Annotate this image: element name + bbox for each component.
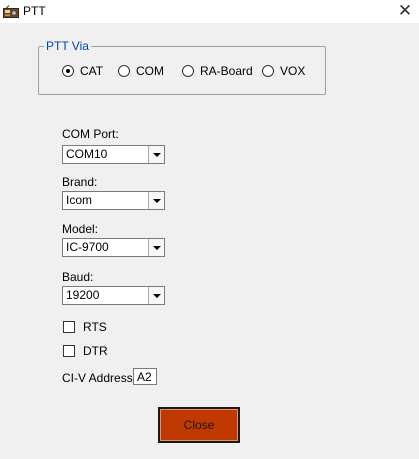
radio-com-label: COM [136,64,164,78]
baud-value: 19200 [66,288,100,302]
com-port-label: COM Port: [62,127,119,141]
radio-ra-board-label: RA-Board [200,64,253,78]
radio-vox-indicator[interactable] [262,65,274,77]
model-label: Model: [62,222,99,236]
brand-select[interactable]: Icom [62,191,165,210]
model-value: IC-9700 [66,240,109,254]
dtr-checkbox[interactable]: DTR [63,344,108,358]
chevron-down-icon[interactable] [148,192,164,209]
radio-cat-label: CAT [80,64,104,78]
radio-com[interactable]: COM [118,64,164,78]
close-window-icon[interactable]: ✕ [395,2,415,20]
chevron-down-icon[interactable] [148,146,164,163]
com-port-value: COM10 [66,147,108,161]
radio-vox[interactable]: VOX [262,64,305,78]
chevron-down-icon[interactable] [148,239,164,256]
civ-address-label: CI-V Address: [62,371,137,385]
chevron-down-icon[interactable] [148,287,164,304]
close-button[interactable]: Close [158,407,240,443]
brand-label: Brand: [62,175,98,189]
com-port-select[interactable]: COM10 [62,145,165,164]
radio-cat-indicator[interactable] [62,65,74,77]
baud-select[interactable]: 19200 [62,286,165,305]
rts-label: RTS [83,320,107,334]
ptt-via-legend: PTT Via [44,39,91,53]
model-select[interactable]: IC-9700 [62,238,165,257]
radio-ra-board-indicator[interactable] [182,65,194,77]
radio-device-icon [3,5,19,18]
baud-label: Baud: [62,270,94,284]
title-bar: PTT ✕ [0,0,419,23]
rts-checkbox[interactable]: RTS [63,320,107,334]
radio-vox-label: VOX [280,64,306,78]
brand-value: Icom [66,193,93,207]
radio-ra-board[interactable]: RA-Board [182,64,253,78]
radio-cat[interactable]: CAT [62,64,103,78]
dtr-checkbox-box[interactable] [63,345,75,357]
window-title: PTT [23,4,46,18]
civ-address-input[interactable]: A2 [133,368,157,385]
dtr-label: DTR [83,344,108,358]
rts-checkbox-box[interactable] [63,321,75,333]
radio-com-indicator[interactable] [118,65,130,77]
